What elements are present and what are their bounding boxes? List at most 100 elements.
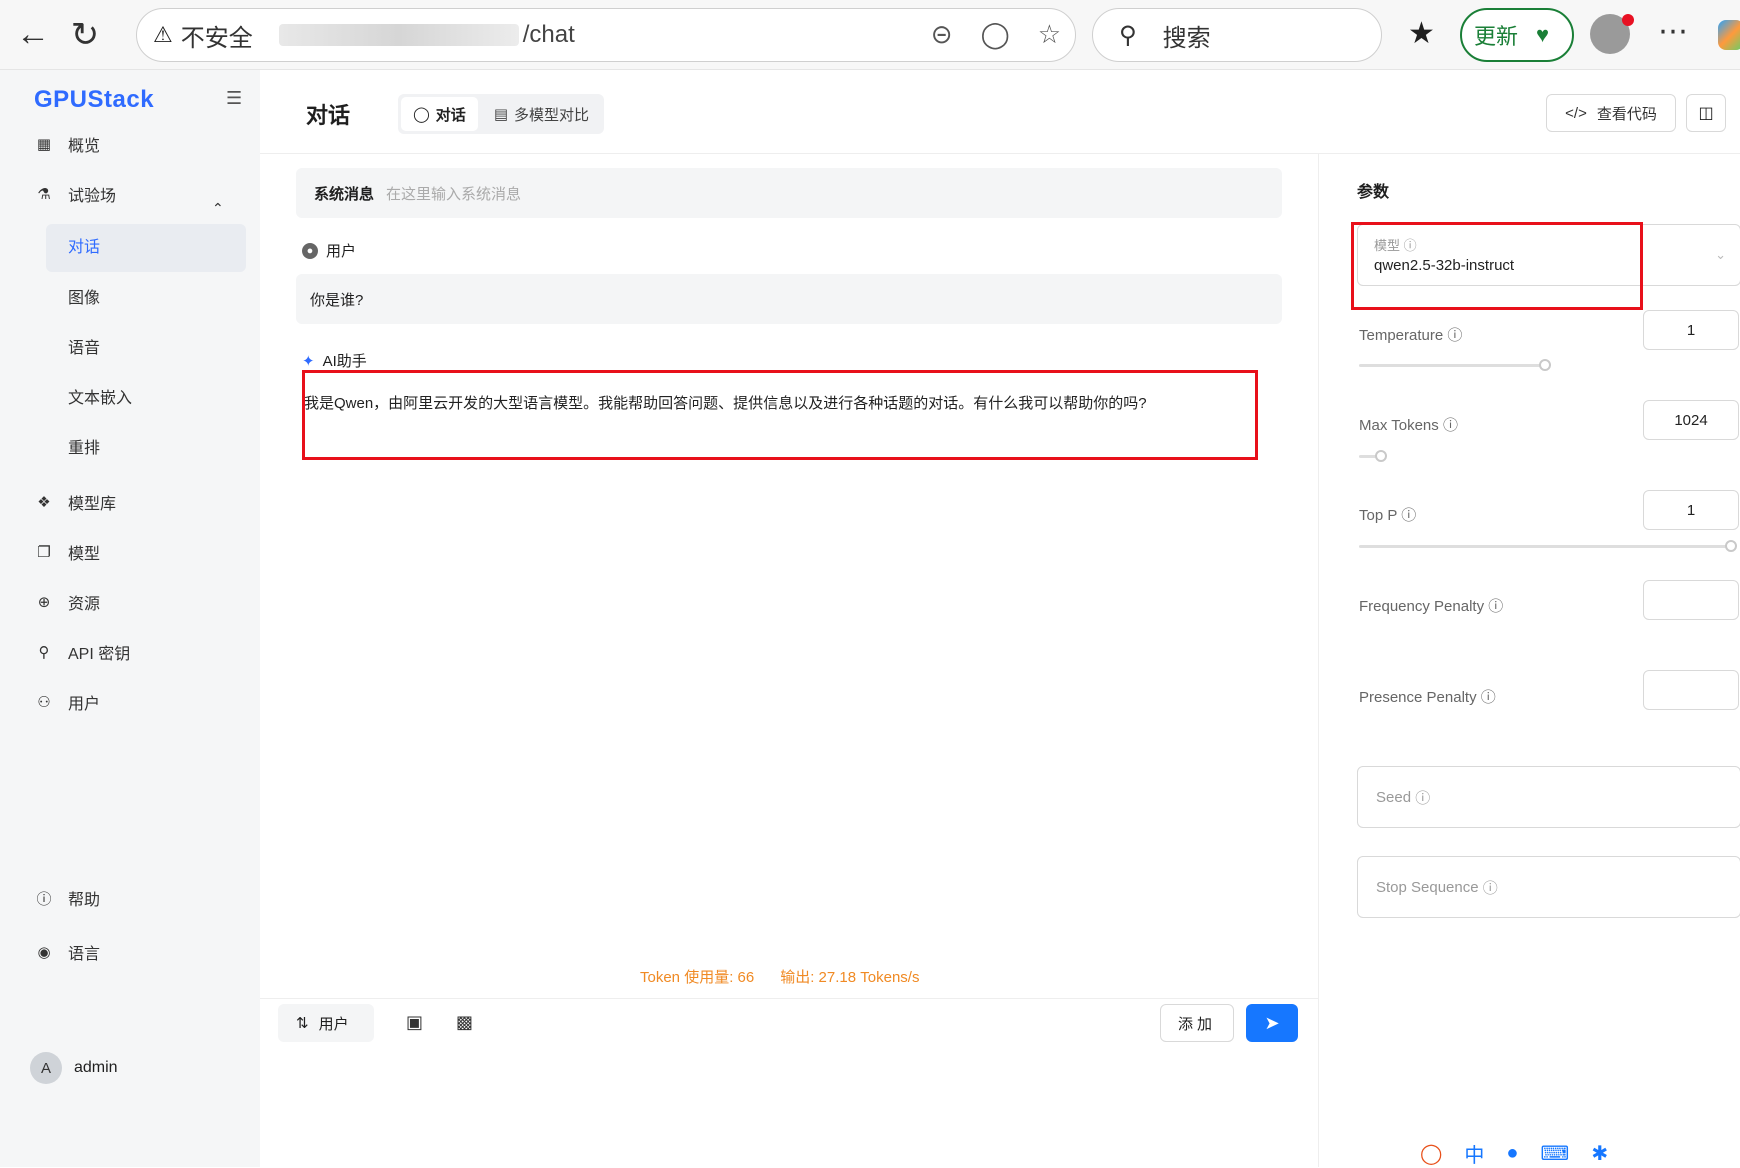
send-button[interactable]: ➤ (1246, 1004, 1298, 1042)
page-title: 对话 (306, 103, 351, 128)
max-tokens-input[interactable]: 1024 (1643, 400, 1739, 440)
url-text[interactable]: /chat (523, 21, 575, 49)
zoom-out-icon[interactable]: ⊝ (931, 19, 953, 50)
refresh-icon[interactable]: ↻ (60, 10, 110, 60)
image-upload-icon[interactable]: ▣ (406, 1012, 423, 1033)
user-menu[interactable]: A admin (30, 1052, 118, 1084)
security-label[interactable]: 不安全 (181, 18, 253, 53)
view-code-button[interactable]: </> 查看代码 (1546, 94, 1676, 132)
layers-icon: ❐ (37, 544, 51, 561)
back-icon[interactable]: ← (8, 10, 58, 60)
sidebar-item-speech[interactable]: 语音 (68, 334, 100, 358)
token-stats: Token 使用量: 66 输出: 27.18 Tokens/s (640, 966, 919, 987)
notification-dot (1622, 14, 1634, 26)
system-message-label: 系统消息 (314, 185, 375, 203)
sidebar-item-rerank[interactable]: 重排 (68, 434, 100, 458)
copilot-icon[interactable] (1718, 20, 1740, 50)
send-icon: ➤ (1264, 1012, 1280, 1033)
grid-icon: ▦ (36, 136, 52, 153)
keyboard-icon[interactable]: ⌨ (1540, 1141, 1569, 1166)
cube-icon: ❖ (37, 494, 51, 511)
toggle-panel-button[interactable]: ◫ (1686, 94, 1726, 132)
user-icon: ● (302, 242, 318, 259)
more-icon[interactable]: ⋯ (1658, 14, 1688, 49)
sidebar-item-playground[interactable]: ⚗ 试验场 (34, 182, 116, 206)
code-icon: </> (1565, 104, 1587, 122)
chevron-down-icon: ⌄ (1715, 247, 1726, 262)
sidebar-item-label: 模型库 (68, 496, 117, 513)
update-button[interactable]: 更新 ♥ (1460, 8, 1574, 62)
input-method-icon[interactable]: 中 (1464, 1139, 1484, 1168)
search-placeholder: 搜索 (1162, 24, 1211, 52)
sidebar-item-resources[interactable]: ⊕ 资源 (34, 590, 100, 614)
sidebar-item-help[interactable]: ⓘ 帮助 (34, 886, 100, 910)
users-icon: ⚇ (37, 694, 51, 711)
warning-icon[interactable]: ⚠ (153, 22, 173, 48)
page-header: 对话 ◯ 对话 ▤ 多模型对比 </> 查看代码 ◫ (260, 70, 1740, 154)
annotation-box-model (1351, 222, 1643, 310)
sidebar-item-label: 模型 (68, 546, 101, 563)
user-message[interactable]: 你是谁? (296, 274, 1282, 324)
update-label: 更新 (1474, 24, 1519, 49)
search-icon: ⚲ (1119, 21, 1137, 49)
system-tray: ◯ 中 ● ⌨ ✱ (1420, 1140, 1740, 1167)
help-icon: ⓘ (36, 890, 52, 908)
sidebar-item-users[interactable]: ⚇ 用户 (34, 690, 100, 714)
annotation-box-response (302, 370, 1258, 460)
compare-icon: ▤ (493, 106, 508, 123)
chevron-up-icon[interactable]: ⌃ (212, 200, 224, 217)
star-icon[interactable]: ☆ (1038, 19, 1061, 50)
top-p-input[interactable]: 1 (1643, 490, 1739, 530)
collapse-sidebar-icon[interactable]: ☰ (226, 88, 242, 109)
tab-multi-model-compare[interactable]: ▤ 多模型对比 (482, 97, 601, 131)
sidebar-item-models[interactable]: ❐ 模型 (34, 540, 100, 564)
sidebar-item-api-keys[interactable]: ⚲ API 密钥 (34, 640, 131, 664)
system-message-input[interactable]: 系统消息 在这里输入系统消息 (296, 168, 1282, 218)
favorites-icon[interactable]: ★ (1408, 16, 1435, 51)
redacted-url (278, 24, 519, 46)
help-icon: ⓘ (1415, 789, 1431, 807)
ime-icon[interactable]: ◯ (1420, 1141, 1442, 1166)
edge-icon[interactable]: ◯ (981, 19, 1010, 50)
stop-sequence-input[interactable]: Stop Sequence ⓘ (1357, 856, 1740, 918)
key-icon: ⚲ (38, 644, 50, 661)
frequency-penalty-input[interactable] (1643, 580, 1739, 620)
help-icon: ⓘ (1480, 689, 1496, 706)
presence-penalty-label: Presence Penalty ⓘ (1359, 689, 1496, 706)
max-tokens-slider-handle[interactable] (1375, 450, 1387, 462)
output-speed: 输出: 27.18 Tokens/s (780, 969, 920, 986)
top-p-slider-handle[interactable] (1725, 540, 1737, 552)
tab-chat[interactable]: ◯ 对话 (401, 97, 478, 131)
browser-search-box[interactable]: ⚲ 搜索 (1092, 8, 1382, 62)
seed-input[interactable]: Seed ⓘ (1357, 766, 1740, 828)
sidebar-item-overview[interactable]: ▦ 概览 (34, 132, 100, 156)
temperature-input[interactable]: 1 (1643, 310, 1739, 350)
sidebar-item-language[interactable]: ◉ 语言 (34, 940, 100, 964)
role-switch-button[interactable]: ⇅ 用户 (278, 1004, 374, 1042)
add-button[interactable]: 添加 (1160, 1004, 1234, 1042)
clear-icon[interactable]: ▩ (456, 1012, 473, 1033)
sidebar-item-image[interactable]: 图像 (68, 284, 100, 308)
token-usage: Token 使用量: 66 (640, 969, 755, 986)
sidebar-item-label: 概览 (68, 138, 101, 155)
sidebar-item-embedding[interactable]: 文本嵌入 (68, 384, 132, 408)
tab-label: 多模型对比 (514, 106, 590, 124)
avatar: A (30, 1052, 62, 1084)
temperature-slider[interactable] (1359, 364, 1547, 367)
tab-label: 对话 (435, 106, 466, 124)
sidebar: GPUStack ☰ ▦ 概览 ⚗ 试验场 ⌃ 对话 图像 语音 文本嵌入 重排… (0, 70, 260, 1167)
sidebar-item-chat[interactable]: 对话 (46, 224, 246, 272)
sparkle-icon: ✦ (302, 352, 315, 370)
swap-icon: ⇅ (296, 1015, 309, 1032)
top-p-slider[interactable] (1359, 545, 1731, 548)
presence-penalty-input[interactable] (1643, 670, 1739, 710)
help-icon: ⓘ (1442, 417, 1458, 434)
sidebar-item-label: 帮助 (68, 892, 101, 909)
address-bar[interactable]: ⚠ 不安全 /chat ⊝ ◯ ☆ (136, 8, 1076, 62)
sidebar-item-model-catalog[interactable]: ❖ 模型库 (34, 490, 116, 514)
settings-icon[interactable]: ✱ (1591, 1141, 1608, 1166)
globe-icon: ⊕ (37, 594, 51, 611)
temperature-slider-handle[interactable] (1539, 359, 1551, 371)
app-logo[interactable]: GPUStack (34, 86, 154, 114)
microphone-icon[interactable]: ● (1506, 1142, 1518, 1165)
